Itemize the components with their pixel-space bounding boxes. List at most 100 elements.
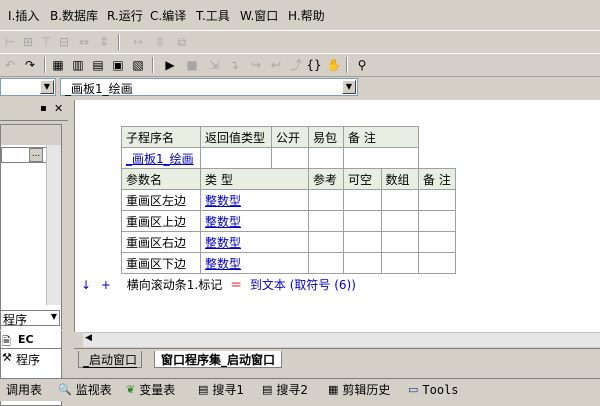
tab-call-table[interactable]: 调用表 [6,382,42,398]
subroutine-combo-value: _画板1_绘画 [65,82,133,96]
col-nullable: 可空 [343,168,382,190]
table-row[interactable]: 重画区左边 整数型 [121,189,456,211]
col-type: 类 型 [200,168,309,190]
code-line[interactable]: ↓ + 横向滚动条1.标记 ＝ 到文本 (取符号 (6)) [81,276,356,293]
scroll-left-icon[interactable]: ◀ [85,333,92,343]
menu-help[interactable]: H.帮助 [288,8,325,24]
col-remark: 备 注 [343,126,419,148]
align-top-icon[interactable]: ⊤ [38,34,54,50]
close-icon[interactable]: ✕ [54,102,63,115]
variable-icon: ❦ [126,383,136,396]
subroutine-combo[interactable]: _画板1_绘画 ▼ [60,78,358,96]
tab-ec[interactable]: 🗎 EC [0,330,62,349]
scrollbar[interactable] [46,145,61,305]
find-icon[interactable]: ⚲ [354,57,370,73]
subroutine-row[interactable]: _画板1_绘画 [121,147,456,169]
toolbar-format: ⊢ ⊞ ⊤ ⊟ ⇔ ⇕ ⇿ ⇳ ⧉ [0,30,600,54]
subroutine-name[interactable]: _画板1_绘画 [126,152,194,166]
align-left-icon[interactable]: ⊢ [2,34,18,50]
search-list-icon: ▤ [262,383,273,396]
align-middle-icon[interactable]: ⊟ [56,34,72,50]
public-cell[interactable] [271,147,309,169]
toolbar-separator [152,57,154,73]
search-list-icon: ▤ [198,383,209,396]
pin-icon[interactable]: ▪ [40,103,47,114]
run-icon[interactable]: ▶ [162,57,178,73]
document-tabs: _启动窗口 窗口程序集_启动窗口 [74,348,600,371]
plus-icon[interactable]: + [101,278,111,292]
col-subroutine-name: 子程序名 [121,126,201,148]
return-type-cell[interactable] [200,147,272,169]
left-panel: ▪ ✕ ... 程序 ▼ 🗎 EC ⚒ 程序 [0,100,68,406]
menu-compile[interactable]: C.编译 [150,8,186,24]
step-over-icon[interactable]: ↪ [248,57,264,73]
toolbar-main: ↶ ↷ ▦ ▥ ▤ ▣ ▧ ▶ ■ ⇲ ↴ ↪ ↩ ⤴ {} ✋ ⚲ [0,53,600,77]
align-center-icon[interactable]: ⊞ [20,34,36,50]
run-to-cursor-icon[interactable]: ⤴ [288,57,304,73]
same-width-icon[interactable]: ⇿ [130,34,146,50]
tab-variable-table[interactable]: ❦ 变量表 [126,382,175,398]
object-combo[interactable]: ▼ [0,78,56,96]
stop-icon[interactable]: ■ [184,57,200,73]
same-size-icon[interactable]: ⧉ [174,34,190,50]
arrow-down-icon: ↓ [81,278,92,292]
space-horizontal-icon[interactable]: ⇔ [76,34,92,50]
bottom-tool-tabs: 调用表 🔍 监视表 ❦ 变量表 ▤ 搜寻1 ▤ 搜寻2 ▦ 剪辑历史 ▭ Too… [0,378,600,401]
wrench-icon: ⚒ [2,351,12,364]
subroutine-table: 子程序名 返回值类型 公开 易包 备 注 _画板1_绘画 参数名 类 型 参考 … [121,126,456,274]
split-view-icon[interactable]: ▤ [90,57,106,73]
menu-bar: I.插入 B.数据库 R.运行 C.编译 T.工具 W.窗口 H.帮助 [0,0,600,30]
step-icon[interactable]: ⇲ [206,57,222,73]
tab-search1[interactable]: ▤ 搜寻1 [198,382,244,398]
toolbar-separator [118,34,120,50]
property-header [1,125,61,145]
tab-tools[interactable]: ▭ Tools [408,382,459,398]
tab-clip-history[interactable]: ▦ 剪辑历史 [328,382,390,398]
toolbar-separator [346,57,348,73]
window-view-icon[interactable]: ▦ [50,57,66,73]
same-height-icon[interactable]: ⇳ [152,34,168,50]
tab-search2[interactable]: ▤ 搜寻2 [262,382,308,398]
chevron-down-icon[interactable]: ▼ [342,80,356,94]
menu-tools[interactable]: T.工具 [196,8,230,24]
col-public: 公开 [271,126,309,148]
table-row[interactable]: 重画区右边 整数型 [121,231,456,253]
braces-icon[interactable]: {} [306,57,322,73]
program-select[interactable]: 程序 ▼ [0,310,60,327]
menu-database[interactable]: B.数据库 [50,8,98,24]
chevron-down-icon[interactable]: ▼ [40,80,54,94]
table-row[interactable]: 重画区上边 整数型 [121,210,456,232]
hand-icon[interactable]: ✋ [326,57,342,73]
menu-run[interactable]: R.运行 [107,8,143,24]
horizontal-scrollbar[interactable]: ◀ [83,332,600,347]
remark-cell[interactable] [343,147,419,169]
redo-icon[interactable]: ↷ [22,57,38,73]
magnifier-icon: 🔍 [58,383,72,396]
menu-window[interactable]: W.窗口 [240,8,278,24]
easy-pack-cell[interactable] [308,147,344,169]
panel-view-icon[interactable]: ▧ [130,57,146,73]
tab-startup-window[interactable]: _启动窗口 [78,351,143,368]
step-out-icon[interactable]: ↩ [268,57,284,73]
tab-window-program-set[interactable]: 窗口程序集_启动窗口 [154,351,283,368]
code-editor[interactable]: 子程序名 返回值类型 公开 易包 备 注 _画板1_绘画 参数名 类 型 参考 … [74,100,600,347]
col-easy-pack: 易包 [308,126,344,148]
col-array: 数组 [380,168,419,190]
undo-icon[interactable]: ↶ [2,57,18,73]
ellipsis-button[interactable]: ... [29,148,43,162]
table-row[interactable]: 重画区下边 整数型 [121,252,456,274]
col-param-name: 参数名 [121,168,201,190]
param-header-row: 参数名 类 型 参考 可空 数组 备 注 [121,168,456,190]
tab-watch-table[interactable]: 🔍 监视表 [58,382,112,398]
col-reference: 参考 [308,168,344,190]
menu-insert[interactable]: I.插入 [8,8,39,24]
tab-program[interactable]: ⚒ 程序 [0,348,62,367]
layout-view-icon[interactable]: ▥ [70,57,86,73]
clipboard-icon: ▦ [328,383,339,396]
space-vertical-icon[interactable]: ⇕ [96,34,112,50]
chevron-down-icon[interactable]: ▼ [51,312,57,321]
step-into-icon[interactable]: ↴ [226,57,242,73]
window-icon: ▭ [408,383,419,396]
toolbar-separator [44,57,46,73]
grid-view-icon[interactable]: ▣ [110,57,126,73]
